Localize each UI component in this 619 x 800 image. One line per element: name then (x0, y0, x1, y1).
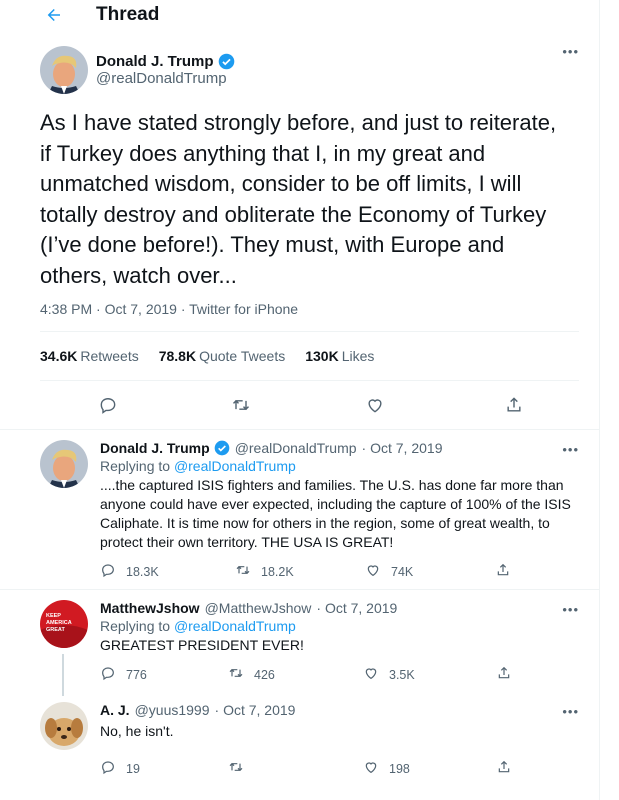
replying-to-link[interactable]: @realDonaldTrump (174, 618, 296, 634)
more-icon[interactable]: ••• (562, 602, 579, 617)
tweet-actions: 19 198 (100, 759, 579, 778)
reply-tweet[interactable]: KEEP AMERICA GREAT MatthewJshow @Matthew… (0, 589, 599, 696)
avatar[interactable] (40, 46, 88, 94)
tweet-stats: 34.6K Retweets 78.8K Quote Tweets 130K Like… (40, 331, 579, 381)
tweet-date[interactable]: · Oct 7, 2019 (316, 600, 397, 616)
like-button[interactable]: 198 (363, 759, 496, 778)
reply-icon[interactable] (98, 395, 118, 415)
reply-button[interactable]: 19 (100, 759, 228, 778)
header: Thread (0, 0, 599, 30)
author-handle[interactable]: @realDonaldTrump (96, 70, 235, 87)
more-icon[interactable]: ••• (562, 44, 579, 59)
author-handle[interactable]: @MatthewJshow (205, 600, 312, 616)
author-handle[interactable]: @yuus1999 (135, 702, 210, 718)
tweet-text: ....the captured ISIS fighters and famil… (100, 477, 571, 550)
retweet-button[interactable]: 18.2K (235, 562, 365, 581)
retweet-icon (228, 759, 244, 778)
tweet-date[interactable]: · Oct 7, 2019 (215, 702, 296, 718)
reply-icon (100, 665, 116, 684)
quote-tweets-stat[interactable]: 78.8K Quote Tweets (159, 348, 286, 364)
tweet-timestamp[interactable]: 4:38 PM · Oct 7, 2019 · Twitter for iPho… (40, 301, 579, 317)
tweet-actions: 18.3K 18.2K 74K (100, 562, 579, 581)
verified-badge-icon (214, 440, 230, 456)
like-icon (365, 562, 381, 581)
retweet-button[interactable] (228, 759, 363, 778)
reply-button[interactable]: 18.3K (100, 562, 235, 581)
author-name[interactable]: MatthewJshow (100, 600, 200, 616)
svg-text:AMERICA: AMERICA (46, 620, 72, 626)
retweet-icon (228, 665, 244, 684)
share-icon (496, 759, 512, 778)
svg-text:KEEP: KEEP (46, 613, 61, 619)
share-button[interactable] (496, 759, 526, 778)
avatar[interactable]: KEEP AMERICA GREAT (40, 600, 88, 648)
tweet-text: No, he isn't. (100, 723, 174, 739)
replying-to: Replying to @realDonaldTrump (100, 458, 296, 474)
back-arrow-icon[interactable] (43, 4, 65, 26)
like-button[interactable]: 74K (365, 562, 495, 581)
replying-to-link[interactable]: @realDonaldTrump (174, 458, 296, 474)
share-button[interactable] (495, 562, 525, 581)
verified-badge-icon (218, 53, 235, 70)
reply-icon (100, 562, 116, 581)
tweet-date[interactable]: · Oct 7, 2019 (362, 440, 443, 456)
retweet-icon[interactable] (231, 395, 251, 415)
like-icon (363, 759, 379, 778)
author-handle[interactable]: @realDonaldTrump (235, 440, 357, 456)
replying-to: Replying to @realDonaldTrump (100, 618, 296, 634)
svg-text:GREAT: GREAT (46, 627, 65, 633)
share-icon[interactable] (504, 395, 524, 415)
reply-tweet[interactable]: A. J. @yuus1999 · Oct 7, 2019 No, he isn… (0, 692, 599, 786)
author-name[interactable]: Donald J. Trump (96, 53, 214, 70)
thread-column: Thread Donald J. Trump @realDonaldTrump … (0, 0, 600, 800)
page-title: Thread (96, 4, 160, 25)
likes-stat[interactable]: 130K Likes (305, 348, 374, 364)
avatar[interactable] (40, 440, 88, 488)
more-icon[interactable]: ••• (562, 442, 579, 457)
share-icon (496, 665, 512, 684)
reply-icon (100, 759, 116, 778)
retweet-icon (235, 562, 251, 581)
tweet-text: GREATEST PRESIDENT EVER! (100, 637, 304, 653)
retweet-button[interactable]: 426 (228, 665, 363, 684)
main-tweet: Donald J. Trump @realDonaldTrump ••• As … (0, 30, 599, 429)
author-name[interactable]: Donald J. Trump (100, 440, 210, 456)
reply-tweet[interactable]: Donald J. Trump @realDonaldTrump · Oct 7… (0, 429, 599, 589)
like-button[interactable]: 3.5K (363, 665, 496, 684)
like-icon[interactable] (365, 395, 385, 415)
tweet-actions (40, 381, 579, 429)
like-icon (363, 665, 379, 684)
reply-button[interactable]: 776 (100, 665, 228, 684)
share-button[interactable] (496, 665, 526, 684)
retweets-stat[interactable]: 34.6K Retweets (40, 348, 139, 364)
tweet-text: As I have stated strongly before, and ju… (40, 110, 557, 288)
share-icon (495, 562, 511, 581)
more-icon[interactable]: ••• (562, 704, 579, 719)
tweet-actions: 776 426 3.5K (100, 665, 579, 684)
avatar[interactable] (40, 702, 88, 750)
author-name[interactable]: A. J. (100, 702, 130, 718)
thread-connector (62, 654, 64, 696)
